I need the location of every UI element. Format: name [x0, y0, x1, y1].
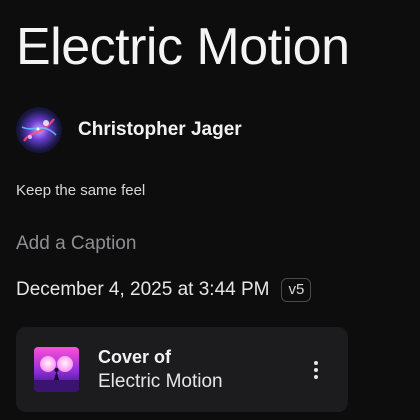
nebula-avatar-icon: [16, 107, 62, 153]
more-dot: [314, 368, 318, 372]
more-dot: [314, 375, 318, 379]
more-options-icon[interactable]: [306, 357, 326, 383]
neon-moon-artwork-icon: [34, 347, 79, 392]
version-badge: v5: [281, 278, 312, 302]
author-name[interactable]: Christopher Jager: [78, 119, 242, 141]
cover-thumbnail: [34, 347, 79, 392]
cover-of-label: Cover of: [98, 346, 172, 367]
song-title: Electric Motion: [16, 18, 350, 76]
more-dot: [314, 361, 318, 365]
meta-row: December 4, 2025 at 3:44 PM v5: [16, 277, 312, 303]
cover-of-card[interactable]: Cover of Electric Motion: [16, 327, 348, 412]
created-date: December 4, 2025 at 3:44 PM: [16, 279, 270, 300]
song-description: Keep the same feel: [16, 182, 146, 199]
cover-source-title: Electric Motion: [98, 370, 223, 392]
song-detail-page: Electric Motion Christopher Jager Keep t…: [0, 0, 420, 420]
avatar[interactable]: [16, 107, 62, 153]
author-row[interactable]: Christopher Jager: [16, 106, 242, 154]
cover-text: Cover of Electric Motion: [98, 345, 223, 395]
add-caption-field[interactable]: Add a Caption: [16, 233, 136, 255]
